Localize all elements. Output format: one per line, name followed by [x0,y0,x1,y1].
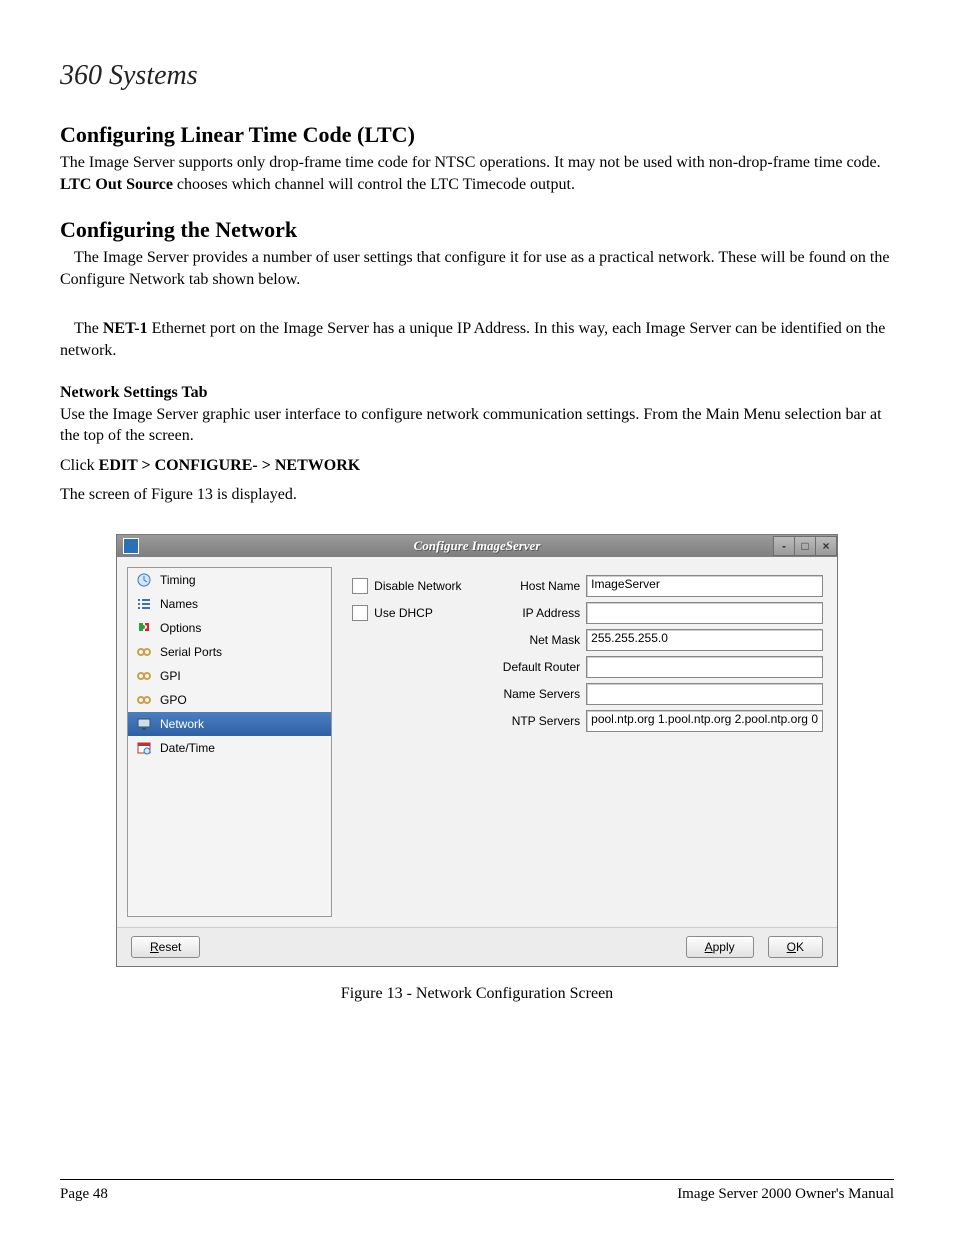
para-net-5: The screen of Figure 13 is displayed. [60,484,894,506]
host-name-field[interactable]: ImageServer [586,575,823,597]
text: Ethernet port on the Image Server has a … [60,320,885,359]
button-label: K [796,940,804,954]
figure-caption: Figure 13 - Network Configuration Screen [60,985,894,1003]
host-name-label: Host Name [492,579,586,593]
window-titlebar[interactable]: Configure ImageServer ‐ □ × [117,535,837,557]
text: The [74,320,103,337]
heading-network: Configuring the Network [60,217,894,243]
sidebar-item-label: Date/Time [160,741,215,755]
ntp-servers-label: NTP Servers [492,714,586,728]
text-bold: NET-1 [103,320,148,337]
sidebar-item-options[interactable]: Options [128,616,331,640]
sidebar-item-gpi[interactable]: GPI [128,664,331,688]
sidebar-item-label: Serial Ports [160,645,222,659]
calendar-icon [136,740,152,756]
page-footer: Page 48 Image Server 2000 Owner's Manual [60,1186,894,1203]
net-mask-field[interactable]: 255.255.255.0 [586,629,823,651]
window-title: Configure ImageServer [117,538,837,554]
brand-logo: 360 Systems [60,60,894,92]
link-icon [136,644,152,660]
use-dhcp-label: Use DHCP [374,606,433,620]
sidebar-item-label: Timing [160,573,196,587]
maximize-button[interactable]: □ [794,536,816,556]
sidebar-item-label: Network [160,717,204,731]
disable-network-label: Disable Network [374,579,461,593]
net-mask-label: Net Mask [492,633,586,647]
heading-ltc: Configuring Linear Time Code (LTC) [60,122,894,148]
name-servers-field[interactable] [586,683,823,705]
text: Click [60,457,99,474]
list-icon [136,596,152,612]
footer-rule [60,1179,894,1180]
text-bold: LTC Out Source [60,176,173,193]
text: The Image Server supports only drop-fram… [60,154,881,171]
sidebar-item-label: GPI [160,669,181,683]
sidebar-item-label: GPO [160,693,187,707]
window-controls: ‐ □ × [774,536,837,556]
disable-network-checkbox[interactable] [352,578,368,594]
sidebar-item-date-time[interactable]: Date/Time [128,736,331,760]
sidebar: Timing Names Options Serial Ports GPI [127,567,332,917]
document-page: 360 Systems Configuring Linear Time Code… [0,0,954,1235]
minimize-button[interactable]: ‐ [773,536,795,556]
name-servers-label: Name Servers [492,687,586,701]
use-dhcp-checkbox[interactable] [352,605,368,621]
window-body: Timing Names Options Serial Ports GPI [117,557,837,927]
sidebar-item-gpo[interactable]: GPO [128,688,331,712]
footer-left: Page 48 [60,1186,108,1203]
link-icon [136,668,152,684]
ok-button[interactable]: OK [768,936,823,958]
para-net-3: Use the Image Server graphic user interf… [60,404,894,447]
sidebar-item-network[interactable]: Network [128,712,331,736]
dialog-button-row: Reset Apply OK [117,927,837,966]
apply-button[interactable]: Apply [686,936,754,958]
footer-right: Image Server 2000 Owner's Manual [677,1186,894,1203]
para-net-2: The NET-1 Ethernet port on the Image Ser… [60,318,894,361]
ip-address-label: IP Address [492,606,586,620]
subheading-network-settings: Network Settings Tab [60,384,894,402]
default-router-label: Default Router [492,660,586,674]
monitor-icon [136,716,152,732]
network-form: Disable Network Host Name ImageServer Us… [332,557,837,927]
clock-icon [136,572,152,588]
sidebar-item-serial-ports[interactable]: Serial Ports [128,640,331,664]
text-bold: EDIT > CONFIGURE- > NETWORK [99,457,361,474]
sidebar-item-names[interactable]: Names [128,592,331,616]
configure-window: Configure ImageServer ‐ □ × Timing Names [116,534,838,967]
reset-button[interactable]: Reset [131,936,200,958]
close-button[interactable]: × [815,536,837,556]
para-net-4: Click EDIT > CONFIGURE- > NETWORK [60,455,894,477]
ntp-servers-field[interactable]: pool.ntp.org 1.pool.ntp.org 2.pool.ntp.o… [586,710,823,732]
sidebar-item-label: Options [160,621,201,635]
para-net-1: The Image Server provides a number of us… [60,247,894,290]
default-router-field[interactable] [586,656,823,678]
ip-address-field[interactable] [586,602,823,624]
para-ltc: The Image Server supports only drop-fram… [60,152,894,195]
text: chooses which channel will control the L… [173,176,575,193]
sidebar-item-label: Names [160,597,198,611]
link-icon [136,692,152,708]
puzzle-icon [136,620,152,636]
sidebar-item-timing[interactable]: Timing [128,568,331,592]
button-label: eset [159,940,182,954]
button-label: pply [713,940,735,954]
